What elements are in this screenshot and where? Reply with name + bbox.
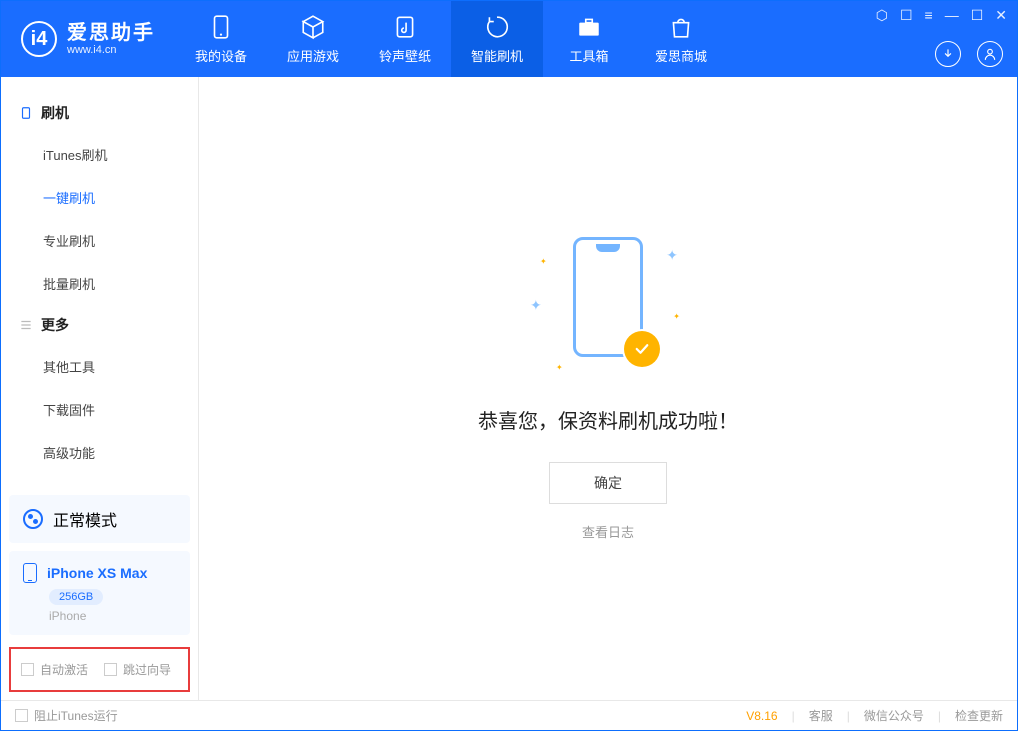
tab-ringtone-wallpaper[interactable]: 铃声壁纸 [359, 1, 451, 77]
main-content: ✦ ✦ ✦ ✦ ✦ 恭喜您，保资料刷机成功啦！ 确定 查看日志 [199, 77, 1017, 700]
wechat-link[interactable]: 微信公众号 [864, 707, 924, 724]
user-icon[interactable] [977, 41, 1003, 67]
sidebar-item-oneclick-flash[interactable]: 一键刷机 [1, 176, 198, 219]
tab-store[interactable]: 爱思商城 [635, 1, 727, 77]
tab-label: 爱思商城 [655, 46, 707, 65]
window-controls: ⬡ ☐ ≡ — ☐ ✕ [876, 7, 1007, 24]
checkbox-auto-activate[interactable]: 自动激活 [21, 661, 88, 678]
section-flash-items: iTunes刷机 一键刷机 专业刷机 批量刷机 [1, 133, 198, 305]
sidebar-bottom: 正常模式 iPhone XS Max 256GB iPhone 自动激活 跳过向… [1, 495, 198, 700]
device-type: iPhone [49, 609, 176, 623]
separator: | [938, 709, 941, 723]
block-itunes-checkbox[interactable]: 阻止iTunes运行 [15, 707, 118, 724]
version-label: V8.16 [746, 709, 777, 723]
mode-label: 正常模式 [53, 507, 117, 531]
tab-label: 智能刷机 [471, 46, 523, 65]
refresh-shield-icon [484, 14, 510, 40]
checkbox-skip-guide[interactable]: 跳过向导 [104, 661, 171, 678]
section-header-flash: 刷机 [1, 93, 198, 133]
checkbox-icon [104, 663, 117, 676]
device-row: iPhone XS Max [23, 563, 176, 583]
sparkle-icon: ✦ [666, 247, 678, 264]
shirt-icon[interactable]: ⬡ [876, 7, 888, 24]
sidebar-item-other-tools[interactable]: 其他工具 [1, 345, 198, 388]
feedback-icon[interactable]: ☐ [900, 7, 913, 24]
success-message: 恭喜您，保资料刷机成功啦！ [478, 405, 738, 434]
success-illustration: ✦ ✦ ✦ ✦ ✦ [528, 237, 688, 377]
section-more-items: 其他工具 下载固件 高级功能 [1, 345, 198, 474]
tab-label: 铃声壁纸 [379, 46, 431, 65]
cube-icon [300, 14, 326, 40]
app-url: www.i4.cn [67, 44, 155, 56]
download-icon[interactable] [935, 41, 961, 67]
sidebar-item-advanced[interactable]: 高级功能 [1, 431, 198, 474]
checkbox-icon [21, 663, 34, 676]
sparkle-icon: ✦ [530, 297, 542, 314]
tab-apps-games[interactable]: 应用游戏 [267, 1, 359, 77]
device-icon [19, 106, 33, 120]
device-storage-badge: 256GB [49, 589, 103, 605]
sparkle-icon: ✦ [556, 363, 563, 372]
phone-mini-icon [23, 563, 37, 583]
app-header: i4 爱思助手 www.i4.cn 我的设备 应用游戏 铃声壁纸 智能刷机 工具… [1, 1, 1017, 77]
sparkle-icon: ✦ [673, 312, 680, 321]
status-bar-right: V8.16 | 客服 | 微信公众号 | 检查更新 [746, 707, 1003, 724]
nav-tabs: 我的设备 应用游戏 铃声壁纸 智能刷机 工具箱 爱思商城 [175, 1, 727, 77]
app-body: 刷机 iTunes刷机 一键刷机 专业刷机 批量刷机 更多 其他工具 下载固件 … [1, 77, 1017, 700]
checkbox-label: 跳过向导 [123, 661, 171, 678]
mode-card[interactable]: 正常模式 [9, 495, 190, 543]
section-title: 刷机 [41, 103, 69, 123]
check-update-link[interactable]: 检查更新 [955, 707, 1003, 724]
tab-label: 工具箱 [569, 46, 608, 65]
support-link[interactable]: 客服 [809, 707, 833, 724]
separator: | [792, 709, 795, 723]
minimize-icon[interactable]: — [945, 7, 959, 24]
app-name: 爱思助手 [67, 22, 155, 44]
tab-smart-flash[interactable]: 智能刷机 [451, 1, 543, 77]
sidebar-item-batch-flash[interactable]: 批量刷机 [1, 262, 198, 305]
sidebar-item-download-firmware[interactable]: 下载固件 [1, 388, 198, 431]
section-title: 更多 [41, 315, 69, 335]
tab-my-device[interactable]: 我的设备 [175, 1, 267, 77]
phone-icon [208, 14, 234, 40]
tab-label: 应用游戏 [287, 46, 339, 65]
tab-label: 我的设备 [195, 46, 247, 65]
sparkle-icon: ✦ [540, 257, 547, 266]
close-icon[interactable]: ✕ [995, 7, 1007, 24]
header-right-icons [935, 41, 1003, 67]
check-badge-icon [624, 331, 660, 367]
checkbox-label: 阻止iTunes运行 [34, 707, 118, 724]
tab-toolbox[interactable]: 工具箱 [543, 1, 635, 77]
shopping-bag-icon [668, 14, 694, 40]
checkbox-icon [15, 709, 28, 722]
logo-area: i4 爱思助手 www.i4.cn [1, 21, 175, 57]
sidebar: 刷机 iTunes刷机 一键刷机 专业刷机 批量刷机 更多 其他工具 下载固件 … [1, 77, 199, 700]
toolbox-icon [576, 14, 602, 40]
section-header-more: 更多 [1, 305, 198, 345]
app-logo-icon: i4 [21, 21, 57, 57]
maximize-icon[interactable]: ☐ [971, 7, 984, 24]
list-icon [19, 318, 33, 332]
highlighted-checkbox-row: 自动激活 跳过向导 [9, 647, 190, 692]
view-log-link[interactable]: 查看日志 [582, 522, 634, 541]
music-file-icon [392, 14, 418, 40]
device-card[interactable]: iPhone XS Max 256GB iPhone [9, 551, 190, 635]
app-title-block: 爱思助手 www.i4.cn [67, 22, 155, 56]
checkbox-label: 自动激活 [40, 661, 88, 678]
sidebar-item-pro-flash[interactable]: 专业刷机 [1, 219, 198, 262]
sidebar-nav: 刷机 iTunes刷机 一键刷机 专业刷机 批量刷机 更多 其他工具 下载固件 … [1, 77, 198, 495]
device-name: iPhone XS Max [47, 565, 147, 581]
menu-icon[interactable]: ≡ [925, 7, 933, 24]
separator: | [847, 709, 850, 723]
sidebar-item-itunes-flash[interactable]: iTunes刷机 [1, 133, 198, 176]
status-bar: 阻止iTunes运行 V8.16 | 客服 | 微信公众号 | 检查更新 [1, 700, 1017, 730]
confirm-button[interactable]: 确定 [549, 462, 667, 504]
mode-icon [23, 509, 43, 529]
